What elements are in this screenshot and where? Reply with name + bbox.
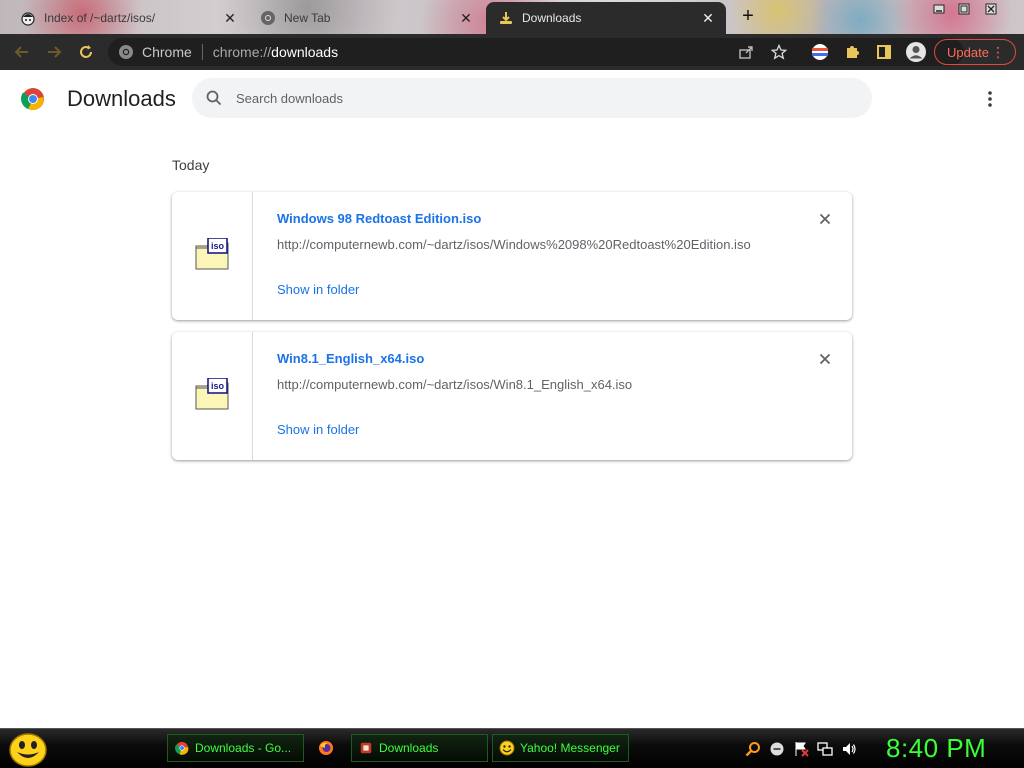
tab-downloads[interactable]: Downloads ✕ [486,2,726,34]
search-bar[interactable] [192,78,872,118]
hat-favicon-icon [20,10,36,26]
remove-download-icon[interactable] [816,210,834,228]
volume-icon[interactable] [841,741,857,757]
start-smiley-icon[interactable] [8,731,48,767]
file-name-link[interactable]: Win8.1_English_x64.iso [277,351,424,366]
tab-close-icon[interactable]: ✕ [458,10,474,26]
download-item: iso Win8.1_English_x64.iso http://comput… [172,332,852,460]
page-menu-icon[interactable] [980,88,1000,110]
back-arrow-icon[interactable] [10,40,34,64]
url-scheme: chrome:// [212,44,272,60]
forward-arrow-icon[interactable] [42,40,66,64]
new-tab-icon[interactable]: + [737,6,759,28]
taskbar-button-chrome[interactable]: Downloads - Go... [167,734,304,762]
taskbar-clock[interactable]: 8:40 PM [886,733,986,764]
messenger-tray-icon[interactable] [769,741,785,757]
chrome-favicon-icon [260,10,276,26]
show-in-folder-link[interactable]: Show in folder [277,422,359,437]
tab-title: Index of /~dartz/isos/ [44,11,156,25]
download-icon-column: iso [172,192,253,320]
taskbar-button-label: Downloads - Go... [195,741,292,755]
side-panel-icon[interactable] [872,40,896,64]
show-in-folder-link[interactable]: Show in folder [277,282,359,297]
search-input[interactable] [236,90,836,106]
download-icon-column: iso [172,332,253,460]
minimize-icon[interactable] [928,1,950,17]
more-menu-icon[interactable]: ⋮ [991,45,1005,59]
tab-close-icon[interactable]: ✕ [700,10,716,26]
network-icon[interactable] [817,741,833,757]
chrome-icon [174,740,190,756]
maximize-icon[interactable] [953,1,975,17]
downloads-header: Downloads [0,70,1024,128]
share-icon[interactable] [738,44,754,63]
firefox-icon [318,740,334,756]
taskbar-button-downloads[interactable]: Downloads [351,734,488,762]
file-name-link[interactable]: Windows 98 Redtoast Edition.iso [277,211,481,226]
extensions-puzzle-icon[interactable] [840,40,864,64]
tab-title: Downloads [522,11,582,25]
taskbar-button-label: Downloads [379,741,439,755]
bookmark-star-icon[interactable] [770,43,788,63]
taskbar: Downloads - Go... Downloads Yahoo! Messe… [0,728,1024,768]
iso-file-icon: iso [195,238,229,270]
update-button[interactable]: Update ⋮ [934,39,1016,65]
download-favicon-icon [498,10,514,26]
profile-avatar-icon[interactable] [904,40,928,64]
close-window-icon[interactable] [980,1,1002,17]
chrome-logo-icon [21,88,44,111]
search-tray-icon[interactable] [745,741,761,757]
search-icon [204,88,224,108]
svg-text:iso: iso [211,241,225,251]
iso-file-icon: iso [195,378,229,410]
tab-new-tab[interactable]: New Tab ✕ [256,2,482,34]
address-bar[interactable]: Chrome chrome://downloads [108,38,964,66]
remove-download-icon[interactable] [816,350,834,368]
browser-toolbar: Chrome chrome://downloads Update ⋮ [0,34,1024,70]
tab-title: New Tab [284,11,331,25]
download-item: iso Windows 98 Redtoast Edition.iso http… [172,192,852,320]
date-header: Today [172,157,210,173]
file-url: http://computernewb.com/~dartz/isos/Win8… [277,377,633,392]
url-host: downloads [271,44,339,60]
extension-flag-icon[interactable] [808,40,832,64]
taskbar-button-yahoo-messenger[interactable]: Yahoo! Messenger [492,734,629,762]
tab-close-icon[interactable]: ✕ [222,10,238,26]
downloads-window-icon [358,740,374,756]
chrome-icon [119,45,133,59]
page-title: Downloads [67,86,176,111]
omnibox-separator [201,44,203,60]
svg-text:iso: iso [211,381,225,391]
update-label: Update [947,44,989,60]
action-center-flag-icon[interactable] [793,741,809,757]
tab-strip: Index of /~dartz/isos/ ✕ New Tab ✕ Downl… [0,0,1024,34]
file-url: http://computernewb.com/~dartz/isos/Wind… [277,237,751,252]
site-chip[interactable]: Chrome [108,44,192,60]
yahoo-messenger-icon [499,740,515,756]
taskbar-button-label: Yahoo! Messenger [520,741,620,755]
site-chip-label: Chrome [142,44,192,60]
tab-index-of-isos[interactable]: Index of /~dartz/isos/ ✕ [16,2,246,34]
taskbar-button-firefox[interactable] [312,734,342,762]
reload-icon[interactable] [74,40,98,64]
